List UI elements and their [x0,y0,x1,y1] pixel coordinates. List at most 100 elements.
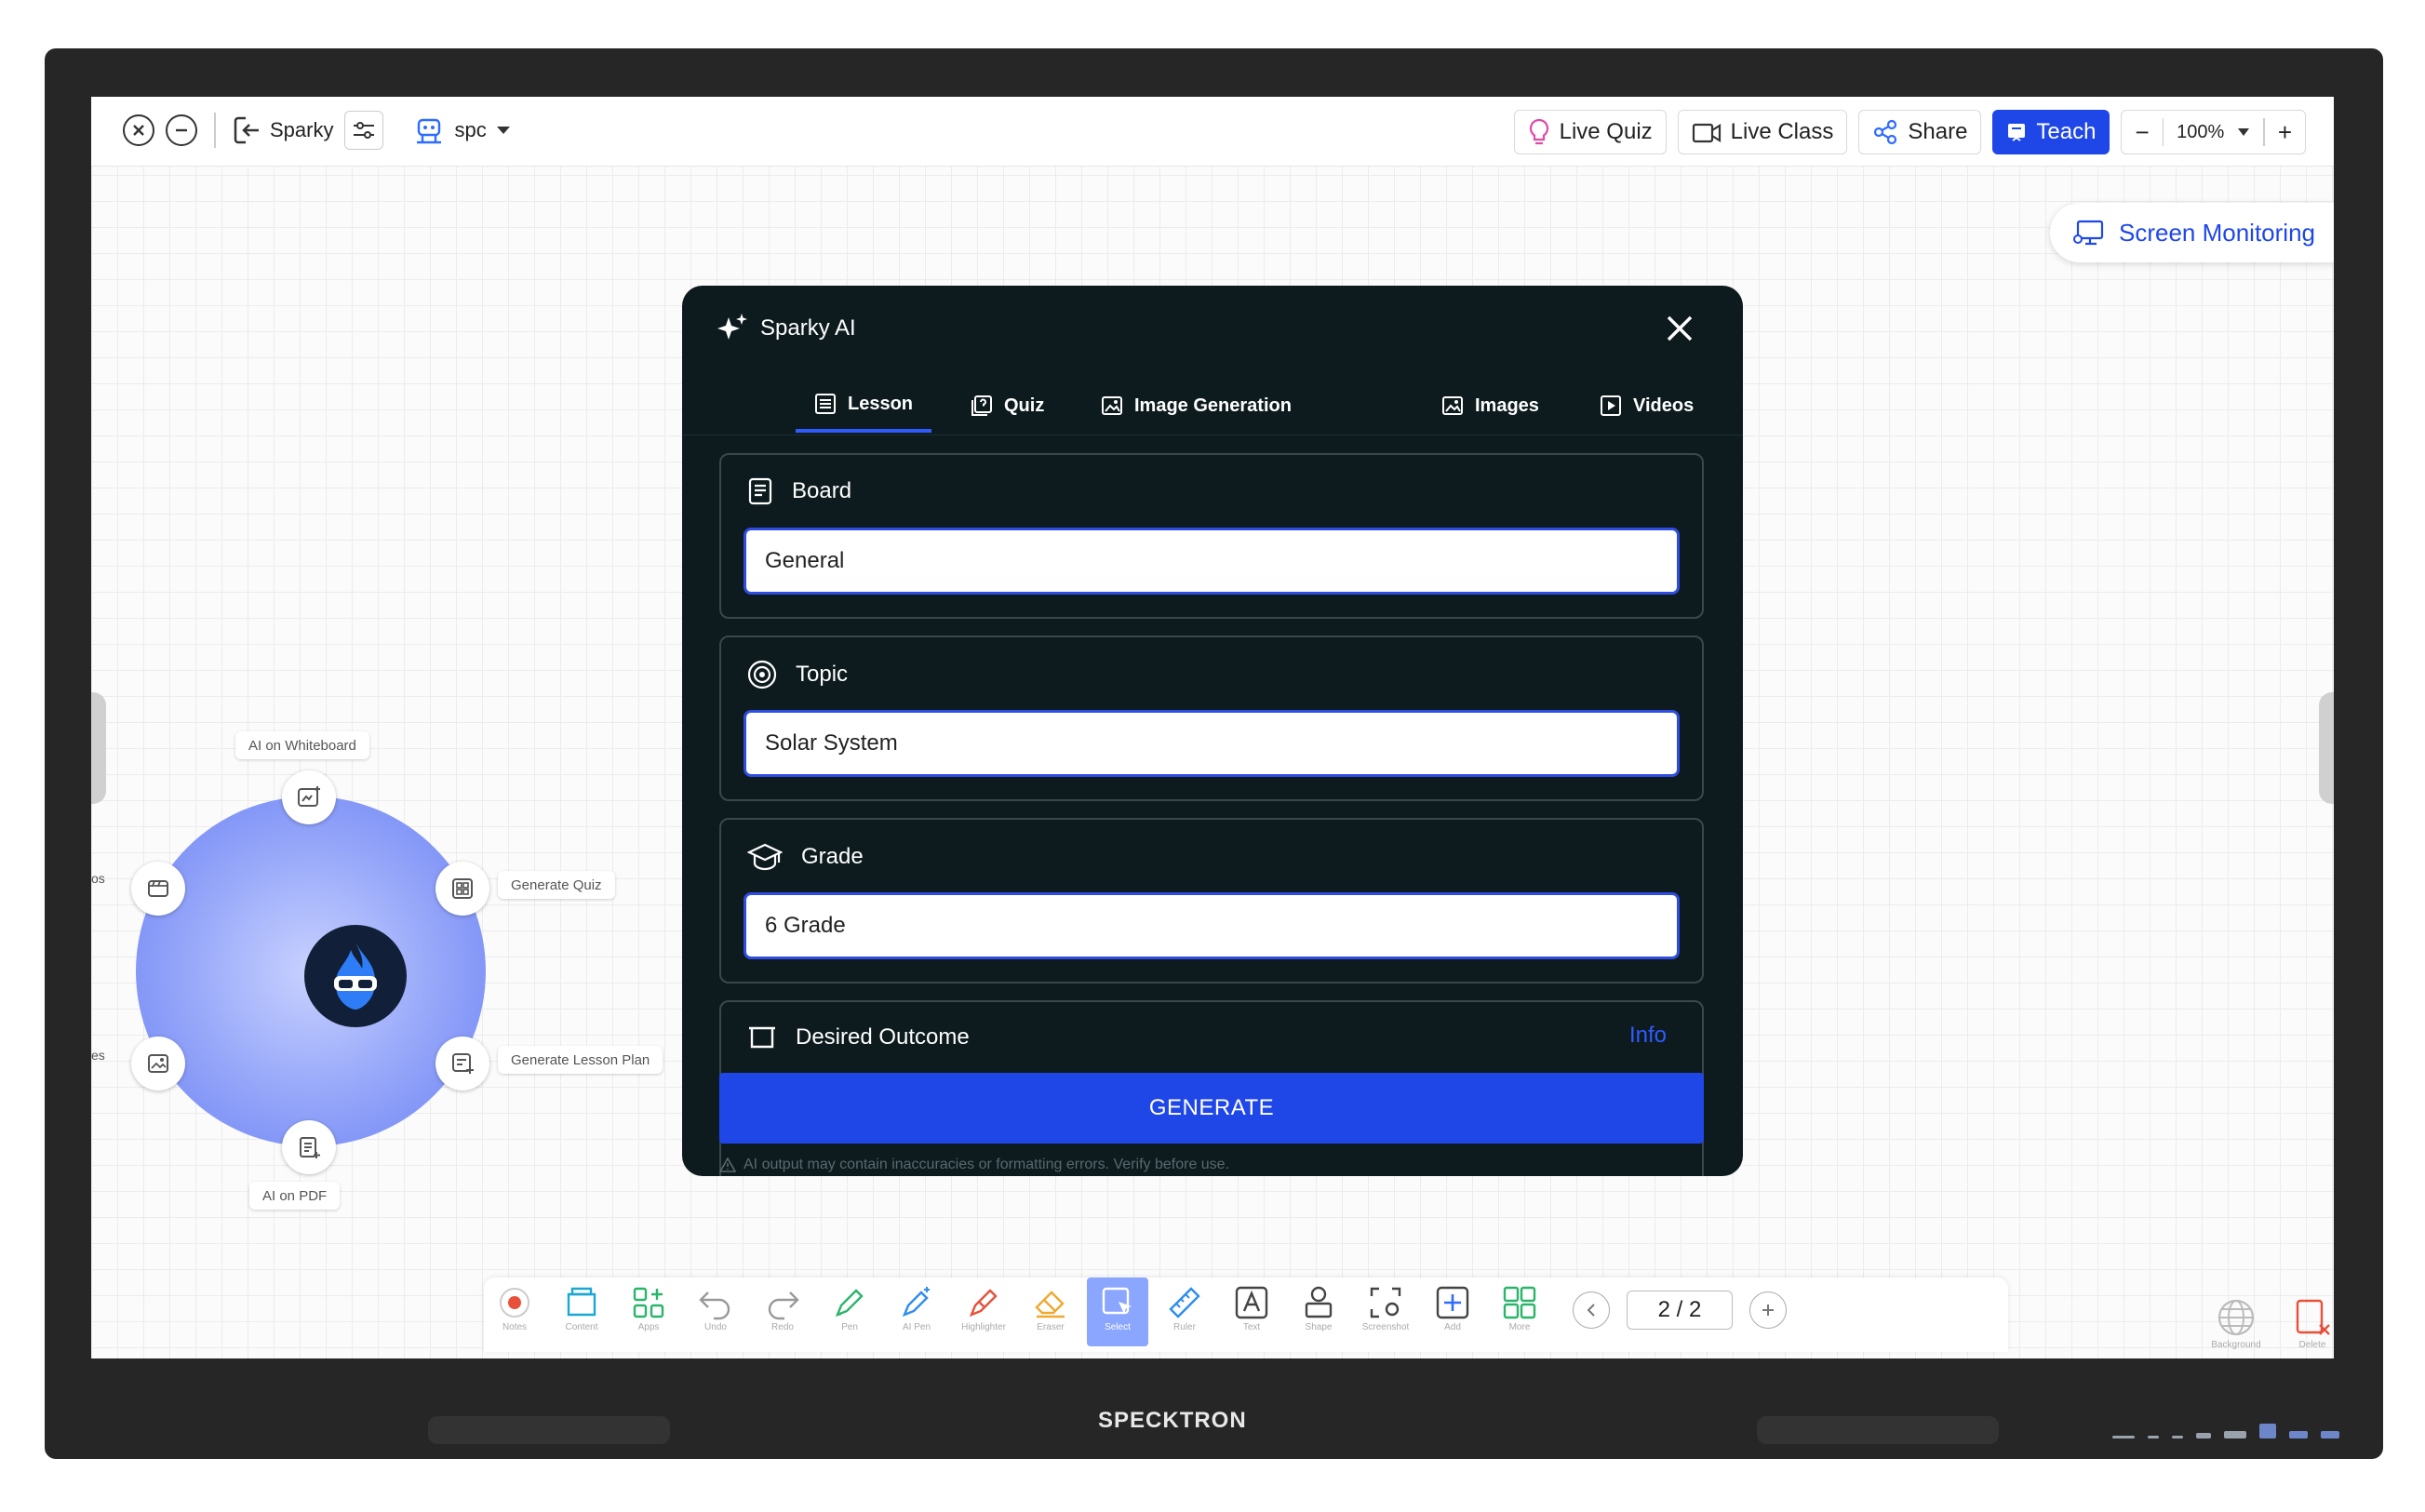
tab-lesson[interactable]: Lesson [796,379,932,433]
tab-quiz[interactable]: Quiz [971,379,1044,433]
images-icon [1442,396,1463,415]
screen-monitoring-button[interactable]: Screen Monitoring [2050,203,2334,262]
pdf-icon [300,1137,320,1158]
ai-on-pdf-label[interactable]: AI on PDF [249,1182,341,1210]
chevron-down-icon[interactable] [2237,127,2250,137]
ai-pen-icon [902,1287,930,1318]
generate-lesson-plan-label[interactable]: Generate Lesson Plan [498,1046,663,1074]
topic-label: Topic [796,662,849,687]
user-menu[interactable]: spc [413,114,510,146]
more-tool[interactable]: More [1489,1278,1550,1346]
toolbar-divider [214,113,216,148]
teach-label: Teach [2036,119,2097,144]
quiz-grid-icon [452,878,473,899]
ai-on-whiteboard-label[interactable]: AI on Whiteboard [235,731,369,759]
add-icon [1436,1286,1469,1319]
close-app-button[interactable] [123,114,154,146]
ai-disclaimer: AI output may contain inaccuracies or fo… [719,1157,1229,1173]
page-indicator[interactable]: 2 / 2 [1627,1291,1733,1330]
tab-videos[interactable]: Videos [1600,379,1694,433]
apps-add-icon [633,1287,664,1318]
redo-tool[interactable]: Redo [752,1278,813,1346]
generate-button[interactable]: GENERATE [719,1073,1704,1144]
ruler-tool[interactable]: Ruler [1154,1278,1215,1346]
ai-on-whiteboard-node[interactable] [282,770,336,824]
quiz-icon [971,395,992,416]
share-icon [1874,119,1897,145]
highlighter-tool[interactable]: Highlighter [953,1278,1014,1346]
board-icon [748,477,772,505]
highlighter-icon [969,1289,998,1318]
board-card: Board General [719,453,1704,619]
plus-icon [1762,1305,1774,1316]
minus-icon [176,128,187,132]
chevron-left-icon [1587,1304,1595,1317]
pen-tool[interactable]: Pen [819,1278,880,1346]
left-panel-handle[interactable] [91,692,106,804]
tab-image-generation[interactable]: Image Generation [1101,379,1292,433]
record-icon [500,1288,529,1318]
generate-lesson-plan-node[interactable] [435,1037,489,1091]
live-quiz-button[interactable]: Live Quiz [1513,110,1667,154]
apps-tool[interactable]: Apps [618,1278,679,1346]
notes-tool[interactable]: Notes [484,1278,545,1346]
screenshot-tool[interactable]: Screenshot [1355,1278,1416,1346]
content-tool[interactable]: Content [551,1278,612,1346]
eraser-tool[interactable]: Eraser [1020,1278,1081,1346]
shape-icon [1305,1286,1333,1318]
undo-tool[interactable]: Undo [685,1278,746,1346]
text-icon [1235,1286,1268,1319]
bottom-toolbar: Notes Content Apps Undo Redo Pen AI Pen [484,1278,2008,1352]
generate-quiz-node[interactable] [435,862,489,916]
shape-tool[interactable]: Shape [1288,1278,1349,1346]
info-link[interactable]: Info [1629,1023,1667,1049]
eraser-icon [1035,1291,1065,1318]
dialog-title: Sparky AI [760,315,856,341]
background-tool[interactable]: Background [2205,1297,2267,1350]
whiteboard-screen[interactable]: Sparky spc Live Quiz Live Class Share Te… [91,97,2334,1358]
sparky-logo[interactable] [304,925,407,1027]
tab-images[interactable]: Images [1441,379,1539,433]
dialog-tabs: Lesson Quiz Image Generation Images Vide… [682,379,1743,435]
globe-icon [2217,1299,2255,1336]
prev-page-button[interactable] [1573,1291,1610,1329]
close-icon[interactable] [1663,312,1696,345]
app-name: Sparky [270,118,334,141]
live-class-button[interactable]: Live Class [1677,110,1848,154]
top-toolbar: Sparky spc Live Quiz Live Class Share Te… [91,97,2334,167]
settings-button[interactable] [344,111,384,150]
speaker-right [1757,1416,1999,1444]
zoom-out-button[interactable]: − [2122,118,2162,147]
zoom-in-button[interactable]: + [2265,118,2305,147]
zoom-control: − 100% + [2121,110,2306,154]
whiteboard-ai-icon [298,786,320,807]
desired-outcome-label: Desired Outcome [796,1024,970,1050]
images-node[interactable] [131,1037,185,1091]
select-icon [1102,1287,1132,1315]
screen-monitoring-label: Screen Monitoring [2119,218,2315,247]
ai-pen-tool[interactable]: AI Pen [886,1278,947,1346]
add-page-button[interactable] [1749,1291,1787,1329]
video-ai-icon [148,880,168,897]
user-name: spc [454,118,487,141]
zoom-level[interactable]: 100% [2164,122,2237,143]
grade-input[interactable]: 6 Grade [744,892,1680,959]
generate-quiz-label[interactable]: Generate Quiz [498,871,615,899]
text-tool[interactable]: Text [1221,1278,1282,1346]
add-tool[interactable]: Add [1422,1278,1483,1346]
ai-on-pdf-node[interactable] [282,1120,336,1174]
close-icon [133,125,144,136]
topic-input[interactable]: Solar System [744,710,1680,777]
exit-icon [234,116,259,144]
teach-button[interactable]: Teach [1992,110,2110,154]
videos-label[interactable]: os [91,871,105,886]
images-label[interactable]: es [91,1048,105,1063]
videos-node[interactable] [131,862,185,916]
delete-tool[interactable]: Delete [2282,1297,2334,1350]
share-button[interactable]: Share [1858,110,1982,154]
select-tool[interactable]: Select [1087,1278,1148,1346]
board-input[interactable]: General [744,528,1680,595]
right-panel-handle[interactable] [2319,692,2334,804]
sparky-exit-button[interactable]: Sparky [233,114,333,146]
minimize-button[interactable] [166,114,197,146]
